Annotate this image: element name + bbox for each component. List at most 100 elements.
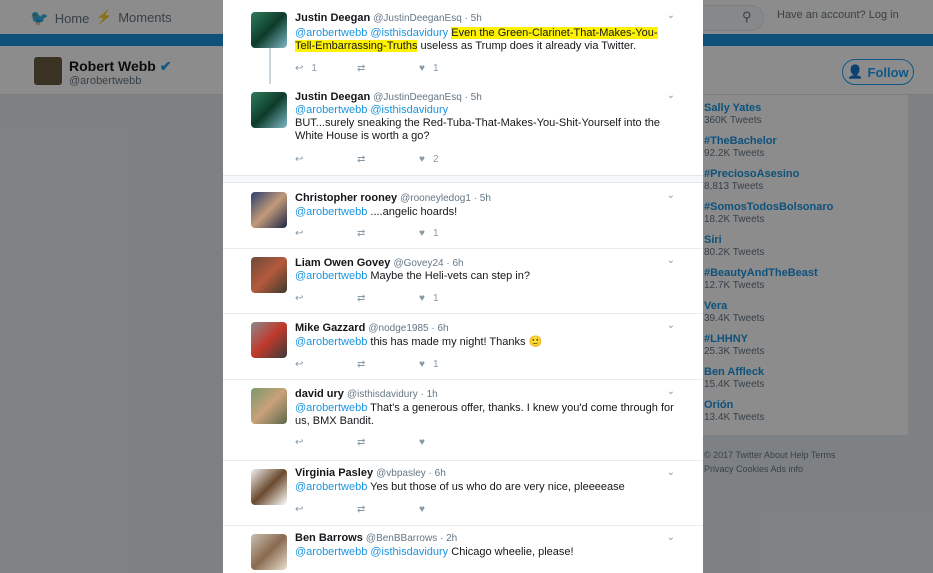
reply-button[interactable]: ↩: [295, 437, 357, 448]
chevron-down-icon[interactable]: ⌄: [667, 386, 675, 397]
retweet-icon: ⇄: [357, 359, 366, 370]
mention-link[interactable]: @arobertwebb @isthisdavidury: [295, 546, 448, 558]
chevron-down-icon[interactable]: ⌄: [667, 532, 675, 543]
tweet-text: @arobertwebb That's a generous offer, th…: [295, 402, 675, 428]
retweet-button[interactable]: ⇄: [357, 437, 419, 448]
retweet-icon: ⇄: [357, 63, 366, 74]
retweet-icon: ⇄: [357, 437, 366, 448]
chevron-down-icon[interactable]: ⌄: [667, 90, 675, 101]
retweet-icon: ⇄: [357, 154, 366, 165]
user-name[interactable]: Justin Deegan: [295, 91, 370, 103]
user-avatar[interactable]: [251, 469, 287, 505]
tweet-text: @arobertwebb @isthisdavidury BUT...surely…: [295, 104, 675, 143]
reply-button[interactable]: ↩: [295, 504, 357, 515]
user-name[interactable]: Mike Gazzard: [295, 322, 365, 334]
tweet-header: Christopher rooney @rooneyledog1 · 5h: [295, 192, 491, 204]
reply-button[interactable]: ↩ 1: [295, 63, 357, 74]
user-handle[interactable]: @vbpasley · 6h: [376, 468, 446, 479]
like-count: 1: [432, 63, 439, 74]
tweet-body: Maybe the Heli-vets can step in?: [367, 270, 530, 282]
user-name[interactable]: Virginia Pasley: [295, 467, 373, 479]
mention-link[interactable]: @arobertwebb @isthisdavidury: [295, 104, 675, 117]
tweet[interactable]: Virginia Pasley @vbpasley · 6h ⌄ @arober…: [223, 461, 703, 526]
user-avatar[interactable]: [251, 322, 287, 358]
user-name[interactable]: Justin Deegan: [295, 12, 370, 24]
tweet-body: this has made my night! Thanks 🙂: [367, 336, 543, 348]
user-handle[interactable]: @Govey24 · 6h: [393, 258, 463, 269]
tweet[interactable]: david ury @isthisdavidury · 1h ⌄ @arober…: [223, 380, 703, 461]
retweet-button[interactable]: ⇄: [357, 359, 419, 370]
reply-button[interactable]: ↩: [295, 228, 357, 239]
reply-button[interactable]: ↩: [295, 359, 357, 370]
like-button[interactable]: ♥: [419, 437, 481, 448]
user-handle[interactable]: @BenBBarrows · 2h: [366, 533, 457, 544]
retweet-button[interactable]: ⇄: [357, 504, 419, 515]
tweet[interactable]: Liam Owen Govey @Govey24 · 6h ⌄ @arobert…: [223, 249, 703, 314]
chevron-down-icon[interactable]: ⌄: [667, 320, 675, 331]
user-handle[interactable]: @rooneyledog1 · 5h: [400, 193, 491, 204]
reply-button[interactable]: ↩: [295, 293, 357, 304]
user-name[interactable]: Christopher rooney: [295, 192, 397, 204]
tweet-actions: ↩ ⇄ ♥: [295, 504, 481, 515]
user-avatar[interactable]: [251, 534, 287, 570]
thread-separator: [223, 175, 703, 183]
reply-icon: ↩: [295, 504, 304, 515]
user-name[interactable]: david ury: [295, 388, 344, 400]
user-avatar[interactable]: [251, 192, 287, 228]
user-handle[interactable]: @isthisdavidury · 1h: [347, 389, 438, 400]
like-button[interactable]: ♥ 2: [419, 154, 481, 165]
tweet-actions: ↩ ⇄ ♥ 1: [295, 359, 481, 370]
tweet-header: Justin Deegan @JustinDeeganEsq · 5h: [295, 91, 482, 103]
conversation-line: [269, 48, 271, 84]
like-button[interactable]: ♥ 1: [419, 359, 481, 370]
tweet-header: Liam Owen Govey @Govey24 · 6h: [295, 257, 464, 269]
retweet-button[interactable]: ⇄: [357, 293, 419, 304]
tweet-text: @arobertwebb Maybe the Heli-vets can ste…: [295, 270, 675, 283]
user-avatar[interactable]: [251, 257, 287, 293]
chevron-down-icon[interactable]: ⌄: [667, 467, 675, 478]
retweet-icon: ⇄: [357, 504, 366, 515]
user-handle[interactable]: @JustinDeeganEsq · 5h: [373, 13, 482, 24]
chevron-down-icon[interactable]: ⌄: [667, 190, 675, 201]
like-button[interactable]: ♥ 1: [419, 293, 481, 304]
user-handle[interactable]: @nodge1985 · 6h: [368, 323, 448, 334]
reply-icon: ↩: [295, 293, 304, 304]
tweet-actions: ↩ ⇄ ♥ 2: [295, 154, 481, 165]
like-button[interactable]: ♥: [419, 504, 481, 515]
chevron-down-icon[interactable]: ⌄: [667, 10, 675, 21]
user-avatar[interactable]: [251, 388, 287, 424]
tweet-text: @arobertwebb ....angelic hoards!: [295, 206, 675, 219]
user-avatar[interactable]: [251, 92, 287, 128]
like-count: 1: [432, 359, 439, 370]
retweet-button[interactable]: ⇄: [357, 63, 419, 74]
mention-link[interactable]: @arobertwebb: [295, 402, 367, 414]
tweet-header: Justin Deegan @JustinDeeganEsq · 5h: [295, 12, 482, 24]
retweet-button[interactable]: ⇄: [357, 154, 419, 165]
mention-link[interactable]: @arobertwebb @isthisdavidury: [295, 27, 448, 39]
tweet-header: Virginia Pasley @vbpasley · 6h: [295, 467, 446, 479]
retweet-icon: ⇄: [357, 293, 366, 304]
tweet[interactable]: Justin Deegan @JustinDeeganEsq · 5h ⌄ @a…: [223, 88, 703, 174]
retweet-button[interactable]: ⇄: [357, 228, 419, 239]
tweet[interactable]: Justin Deegan @JustinDeeganEsq · 5h ⌄ @a…: [223, 8, 703, 84]
tweet[interactable]: Mike Gazzard @nodge1985 · 6h ⌄ @arobertw…: [223, 314, 703, 380]
like-button[interactable]: ♥ 1: [419, 63, 481, 74]
heart-icon: ♥: [419, 293, 425, 304]
reply-button[interactable]: ↩: [295, 154, 357, 165]
reply-icon: ↩: [295, 437, 304, 448]
mention-link[interactable]: @arobertwebb: [295, 206, 367, 218]
mention-link[interactable]: @arobertwebb: [295, 481, 367, 493]
user-name[interactable]: Ben Barrows: [295, 532, 363, 544]
tweet-actions: ↩ ⇄ ♥ 1: [295, 228, 481, 239]
mention-link[interactable]: @arobertwebb: [295, 270, 367, 282]
mention-link[interactable]: @arobertwebb: [295, 336, 367, 348]
user-name[interactable]: Liam Owen Govey: [295, 257, 390, 269]
tweet-actions: ↩ 1 ⇄ ♥ 1: [295, 63, 481, 74]
chevron-down-icon[interactable]: ⌄: [667, 255, 675, 266]
tweet[interactable]: Christopher rooney @rooneyledog1 · 5h ⌄ …: [223, 184, 703, 249]
user-handle[interactable]: @JustinDeeganEsq · 5h: [373, 92, 482, 103]
heart-icon: ♥: [419, 154, 425, 165]
like-button[interactable]: ♥ 1: [419, 228, 481, 239]
tweet[interactable]: Ben Barrows @BenBBarrows · 2h ⌄ @arobert…: [223, 526, 703, 573]
user-avatar[interactable]: [251, 12, 287, 48]
